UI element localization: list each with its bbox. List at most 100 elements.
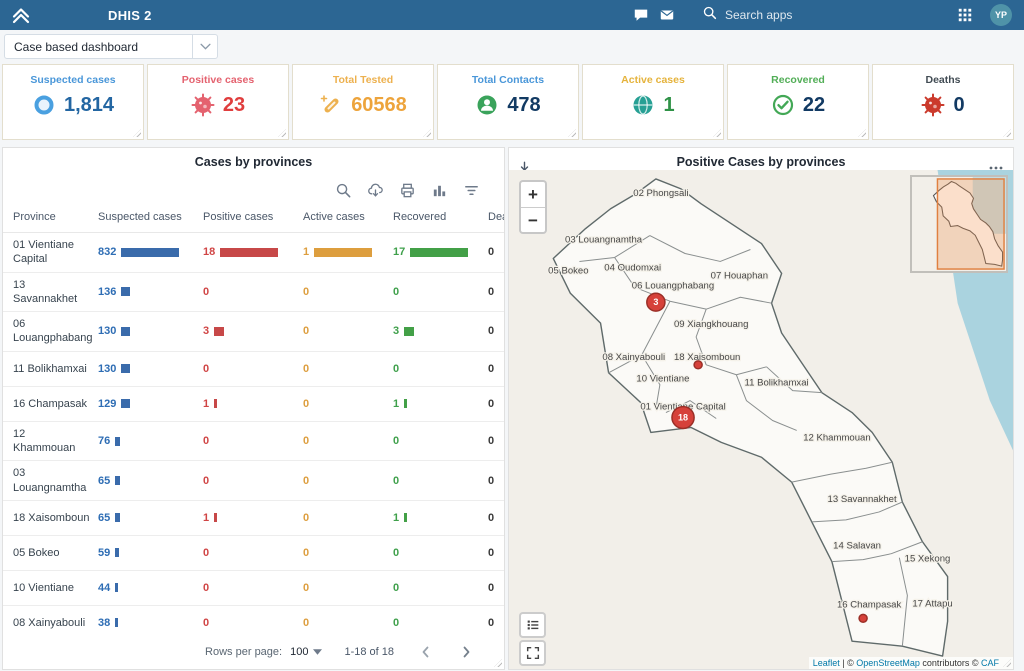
- card-total-contacts[interactable]: Total Contacts 478: [437, 64, 579, 140]
- deaths-cell: 0: [488, 286, 504, 298]
- active-cell: 0: [303, 286, 393, 298]
- resize-grip[interactable]: [423, 129, 431, 137]
- recovered-cell: 0: [393, 435, 488, 447]
- virus-icon: [191, 93, 215, 117]
- case-marker[interactable]: [859, 614, 867, 622]
- deaths-cell: 0: [488, 325, 504, 337]
- card-value: 0: [953, 94, 964, 117]
- active-bar: [314, 248, 372, 257]
- active-cell: 0: [303, 363, 393, 375]
- card-value: 478: [507, 94, 540, 117]
- header-search[interactable]: [702, 5, 934, 25]
- print-icon[interactable]: [398, 181, 416, 199]
- province-label: 16 Champasak: [837, 599, 902, 610]
- resize-grip[interactable]: [1003, 129, 1011, 137]
- table-row: 11 Bolikhamxai1300000: [3, 352, 504, 387]
- suspected-bar: [121, 287, 130, 296]
- column-header-province[interactable]: Province: [13, 211, 98, 223]
- table-title: Cases by provinces: [3, 155, 504, 169]
- active-cell: 0: [303, 547, 393, 559]
- case-marker[interactable]: 18: [672, 407, 694, 429]
- column-header-suspected[interactable]: Suspected cases: [98, 211, 203, 223]
- positive-cell: 0: [203, 475, 303, 487]
- case-marker[interactable]: [694, 361, 702, 369]
- suspected-bar: [121, 248, 179, 257]
- search-input[interactable]: [725, 8, 915, 22]
- ring-icon: [32, 93, 56, 117]
- leaflet-map[interactable]: 02 Phongsali03 Louangnamtha04 Oudomxai05…: [509, 170, 1013, 669]
- map-panel: Positive Cases by provinces 02 Phongsali…: [508, 147, 1014, 670]
- suspected-cell: 65: [98, 475, 203, 487]
- caf-link[interactable]: CAF: [981, 658, 999, 668]
- card-positive-cases[interactable]: Positive cases 23: [147, 64, 289, 140]
- column-header-deaths[interactable]: Deaths: [488, 211, 504, 223]
- resize-grip[interactable]: [278, 129, 286, 137]
- rows-per-page-select[interactable]: 100: [290, 646, 322, 658]
- card-deaths[interactable]: Deaths 0: [872, 64, 1014, 140]
- card-value: 60568: [351, 94, 407, 117]
- columns-chart-icon[interactable]: [430, 181, 448, 199]
- card-total-tested[interactable]: Total Tested 60568: [292, 64, 434, 140]
- positive-bar: [214, 513, 217, 522]
- map-attribution: Leaflet | © OpenStreetMap contributors ©…: [809, 657, 1013, 669]
- positive-cell: 1: [203, 512, 303, 524]
- recovered-cell: 0: [393, 475, 488, 487]
- dashboard-selector[interactable]: Case based dashboard: [4, 34, 218, 59]
- province-label: 10 Vientiane: [636, 374, 689, 385]
- dhis2-logo-icon[interactable]: [10, 4, 32, 26]
- next-page-button[interactable]: [458, 644, 474, 660]
- resize-grip[interactable]: [858, 129, 866, 137]
- search-icon[interactable]: [334, 181, 352, 199]
- messages-icon[interactable]: [628, 5, 654, 25]
- virus-icon: [921, 93, 945, 117]
- mail-icon[interactable]: [654, 5, 680, 25]
- suspected-bar: [115, 618, 118, 627]
- suspected-cell: 136: [98, 286, 203, 298]
- previous-page-button[interactable]: [418, 644, 434, 660]
- active-cell: 0: [303, 582, 393, 594]
- legend-control[interactable]: [519, 612, 546, 638]
- column-header-active[interactable]: Active cases: [303, 211, 393, 223]
- province-cell: 12 Khammouan: [13, 427, 98, 456]
- deaths-cell: 0: [488, 582, 504, 594]
- avatar[interactable]: YP: [990, 4, 1012, 26]
- positive-cell: 0: [203, 547, 303, 559]
- resize-grip[interactable]: [133, 129, 141, 137]
- suspected-bar: [121, 327, 130, 336]
- case-marker[interactable]: 3: [647, 293, 665, 311]
- leaflet-link[interactable]: Leaflet: [813, 658, 840, 668]
- resize-grip[interactable]: [568, 129, 576, 137]
- table-row: 13 Savannakhet1360000: [3, 273, 504, 313]
- check-circle-icon: [771, 93, 795, 117]
- resize-grip[interactable]: [713, 129, 721, 137]
- zoom-out-button[interactable]: −: [521, 207, 545, 232]
- apps-menu-icon[interactable]: [952, 5, 978, 25]
- table-toolbar: [3, 181, 504, 199]
- card-recovered[interactable]: Recovered 22: [727, 64, 869, 140]
- overview-map[interactable]: [910, 175, 1008, 273]
- filter-icon[interactable]: [462, 181, 480, 199]
- card-active-cases[interactable]: Active cases 1: [582, 64, 724, 140]
- card-suspected-cases[interactable]: Suspected cases 1,814: [2, 64, 144, 140]
- active-cell: 0: [303, 512, 393, 524]
- suspected-cell: 129: [98, 398, 203, 410]
- table-footer: Rows per page: 100 1-18 of 18: [3, 635, 504, 669]
- column-header-recovered[interactable]: Recovered: [393, 211, 488, 223]
- search-icon: [702, 5, 717, 25]
- chevron-down-icon[interactable]: [192, 35, 217, 58]
- osm-link[interactable]: OpenStreetMap: [856, 658, 920, 668]
- province-label: 06 Louangphabang: [632, 280, 714, 291]
- recovered-bar: [404, 513, 407, 522]
- suspected-cell: 130: [98, 363, 203, 375]
- positive-cell: 0: [203, 617, 303, 629]
- dashboard-panels: Cases by provinces Province Suspected ca…: [2, 147, 1014, 670]
- province-label: 05 Bokeo: [548, 265, 588, 276]
- stat-cards: Suspected cases 1,814 Positive cases 23 …: [2, 64, 1014, 140]
- fullscreen-control[interactable]: [519, 640, 546, 666]
- positive-bar: [220, 248, 278, 257]
- province-cell: 05 Bokeo: [13, 546, 98, 560]
- download-cloud-icon[interactable]: [366, 181, 384, 199]
- zoom-in-button[interactable]: +: [521, 182, 545, 207]
- column-header-positive[interactable]: Positive cases: [203, 211, 303, 223]
- top-bar: DHIS 2 YP: [0, 0, 1024, 30]
